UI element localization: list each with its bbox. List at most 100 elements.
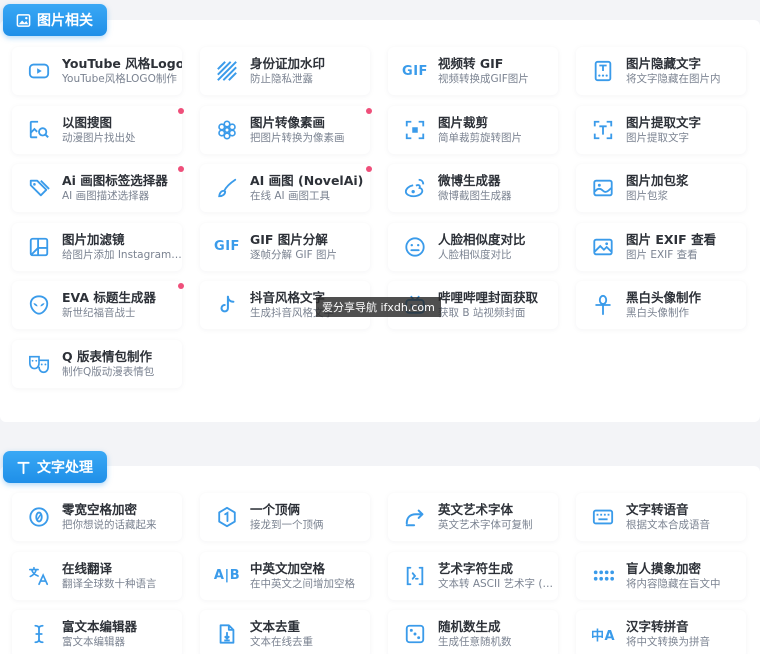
tool-card-desc: YouTube风格LOGO制作 bbox=[62, 73, 177, 85]
tool-card[interactable]: 零宽空格加密把你想说的话藏起来 bbox=[12, 493, 182, 541]
gif-icon: GIF bbox=[402, 58, 428, 84]
tool-card-title: EVA 标题生成器 bbox=[62, 290, 156, 305]
tags-icon bbox=[26, 175, 52, 201]
tool-card[interactable]: 富文本编辑器 富文本编辑器 bbox=[12, 610, 182, 654]
tool-card[interactable]: EVA 标题生成器 新世纪福音战士 bbox=[12, 281, 184, 329]
tool-card-title: 视频转 GIF bbox=[438, 56, 504, 71]
tool-card[interactable]: AI 画图 (NovelAi) 在线 AI 画图工具 bbox=[200, 164, 372, 212]
tool-card-text: 视频转 GIF 视频转换成GIF图片 bbox=[438, 55, 529, 87]
tool-card-title: Q 版表情包制作 bbox=[62, 348, 152, 364]
tool-card-text: 随机数生成 生成任意随机数 bbox=[438, 618, 512, 650]
tool-card-title: 艺术字符生成 bbox=[438, 560, 514, 576]
pinyin-icon-glyph: 中A bbox=[590, 628, 616, 644]
section-tag-image[interactable]: 图片相关 bbox=[3, 4, 107, 36]
tool-card-desc: 获取 B 站视频封面 bbox=[438, 307, 526, 319]
spacing-icon-glyph: A|B bbox=[213, 568, 241, 583]
tool-card-title: 以图搜图 bbox=[62, 114, 113, 130]
tool-card-title: 零宽空格加密 bbox=[62, 502, 138, 517]
tool-card-desc: 翻译全球数十种语言 bbox=[62, 577, 157, 590]
tool-card-text: 中英文加空格 在中英文之间增加空格 bbox=[250, 560, 355, 592]
tool-card[interactable]: 图片加包浆 图片包浆 bbox=[576, 164, 746, 212]
braille-icon bbox=[590, 563, 616, 589]
flower-icon bbox=[214, 117, 240, 143]
tool-card[interactable]: Q 版表情包制作 制作Q版动漫表情包 bbox=[12, 339, 182, 388]
tool-card[interactable]: 在线翻译 翻译全球数十种语言 bbox=[12, 551, 182, 600]
tool-card[interactable]: 一个顶俩接龙到一个顶俩 bbox=[200, 493, 370, 541]
tool-card-desc: 接龙到一个顶俩 bbox=[250, 519, 324, 531]
new-badge-dot bbox=[178, 107, 184, 114]
tool-card[interactable]: 图片转像素画 把图片转换为像素画 bbox=[200, 105, 372, 154]
tool-card-desc: 动漫图片找出处 bbox=[62, 131, 136, 144]
tool-card-title: AI 画图 (NovelAi) bbox=[250, 173, 364, 188]
tool-card[interactable]: 图片加滤镜 给图片添加 Instagram… bbox=[12, 222, 182, 271]
dice-icon bbox=[402, 621, 428, 647]
tool-card[interactable]: A|B 中英文加空格 在中英文之间增加空格 bbox=[200, 551, 370, 600]
tool-card[interactable]: 图片裁剪 简单裁剪旋转图片 bbox=[388, 105, 558, 154]
tool-card[interactable]: 文字转语音 根据文本合成语音 bbox=[576, 493, 746, 541]
tool-card-text: 以图搜图 动漫图片找出处 bbox=[62, 114, 136, 146]
tool-card-desc: 新世纪福音战士 bbox=[62, 307, 136, 319]
tool-card[interactable]: 图片提取文字 图片提取文字 bbox=[576, 105, 746, 154]
tool-card-desc: 把你想说的话藏起来 bbox=[62, 519, 157, 531]
text-scan-icon bbox=[590, 117, 616, 143]
tool-card-desc: 将内容隐藏在盲文中 bbox=[626, 577, 721, 590]
text-t-icon bbox=[15, 459, 31, 475]
tool-card-text: 黑白头像制作 黑白头像制作 bbox=[626, 289, 701, 321]
tool-card-text: 在线翻译 翻译全球数十种语言 bbox=[62, 560, 157, 592]
tiktok-icon bbox=[214, 292, 240, 318]
tool-card-text: EVA 标题生成器 新世纪福音战士 bbox=[62, 289, 156, 321]
tool-card-title: Ai 画图标签选择器 bbox=[62, 173, 168, 188]
tool-card-text: 富文本编辑器 富文本编辑器 bbox=[62, 618, 137, 650]
zero-circle-icon bbox=[26, 504, 52, 530]
tool-card[interactable]: 英文艺术字体 英文艺术字体可复制 bbox=[388, 493, 558, 541]
tool-card[interactable]: 盲人摸象加密 将内容隐藏在盲文中 bbox=[576, 551, 746, 600]
tool-card[interactable]: 以图搜图 动漫图片找出处 bbox=[12, 105, 184, 154]
tool-card-title: 一个顶俩 bbox=[250, 502, 301, 517]
tool-card[interactable]: 黑白头像制作 黑白头像制作 bbox=[576, 281, 746, 329]
tool-card[interactable]: YouTube 风格Logo YouTube风格LOGO制作 bbox=[12, 47, 182, 95]
tool-card-text: 图片裁剪 简单裁剪旋转图片 bbox=[438, 114, 522, 146]
tool-card-title: 图片提取文字 bbox=[626, 114, 702, 130]
gif-icon-glyph: GIF bbox=[402, 63, 428, 79]
new-badge-dot bbox=[178, 283, 184, 289]
tool-card-title: 图片加滤镜 bbox=[62, 231, 125, 247]
tool-card-desc: AI 画图描述选择器 bbox=[62, 190, 150, 202]
tool-card-title: 图片加包浆 bbox=[626, 173, 689, 188]
tool-card-text: 艺术字符生成 文本转 ASCII 艺术字 (… bbox=[438, 560, 553, 592]
tool-card-text: Ai 画图标签选择器 AI 画图描述选择器 bbox=[62, 172, 168, 204]
tool-card-title: 文字转语音 bbox=[626, 502, 689, 517]
tool-card[interactable]: GIF GIF 图片分解 逐帧分解 GIF 图片 bbox=[200, 222, 370, 271]
tool-card[interactable]: 图片 EXIF 查看 图片 EXIF 查看 bbox=[576, 222, 746, 271]
image-icon bbox=[15, 12, 31, 28]
tool-card-desc: 生成任意随机数 bbox=[438, 636, 512, 648]
new-badge-dot bbox=[178, 166, 184, 172]
file-sort-icon bbox=[214, 621, 240, 647]
section-title: 图片相关 bbox=[37, 13, 93, 29]
tool-card[interactable]: 身份证加水印 防止隐私泄露 bbox=[200, 47, 370, 95]
tool-card[interactable]: 微博生成器 微博截图生成器 bbox=[388, 164, 558, 212]
section-tag-text[interactable]: 文字处理 bbox=[3, 451, 107, 483]
code-brackets-icon bbox=[402, 563, 428, 589]
tool-card-title: 汉字转拼音 bbox=[626, 619, 689, 634]
tool-card[interactable]: 图片隐藏文字 将文字隐藏在图片内 bbox=[576, 47, 746, 95]
tool-card[interactable]: 人脸相似度对比 人脸相似度对比 bbox=[388, 222, 558, 271]
tool-card[interactable]: Ai 画图标签选择器 AI 画图描述选择器 bbox=[12, 164, 184, 212]
tool-card-desc: 人脸相似度对比 bbox=[438, 248, 512, 261]
tool-card-text: 图片转像素画 把图片转换为像素画 bbox=[250, 114, 345, 146]
tool-card[interactable]: 中A 汉字转拼音 将中文转换为拼音 bbox=[576, 610, 746, 654]
gif-icon-glyph: GIF bbox=[214, 239, 240, 254]
face-icon bbox=[402, 234, 428, 260]
tool-card[interactable]: 艺术字符生成 文本转 ASCII 艺术字 (… bbox=[388, 551, 558, 600]
tool-card[interactable]: GIF 视频转 GIF 视频转换成GIF图片 bbox=[388, 47, 558, 95]
tool-card[interactable]: 文本去重 文本在线去重 bbox=[200, 610, 370, 654]
tool-card-title: 英文艺术字体 bbox=[438, 502, 514, 517]
tool-card-desc: 富文本编辑器 bbox=[62, 636, 125, 648]
youtube-play-icon bbox=[26, 58, 52, 84]
tool-card[interactable]: 随机数生成 生成任意随机数 bbox=[388, 610, 558, 654]
tool-card-desc: 视频转换成GIF图片 bbox=[438, 73, 529, 85]
hexagon-one-icon bbox=[214, 504, 240, 530]
tool-card-desc: 黑白头像制作 bbox=[626, 307, 689, 319]
tool-card-title: 人脸相似度对比 bbox=[438, 231, 526, 247]
translate-icon bbox=[26, 563, 52, 589]
tool-card-title: GIF 图片分解 bbox=[250, 231, 328, 247]
